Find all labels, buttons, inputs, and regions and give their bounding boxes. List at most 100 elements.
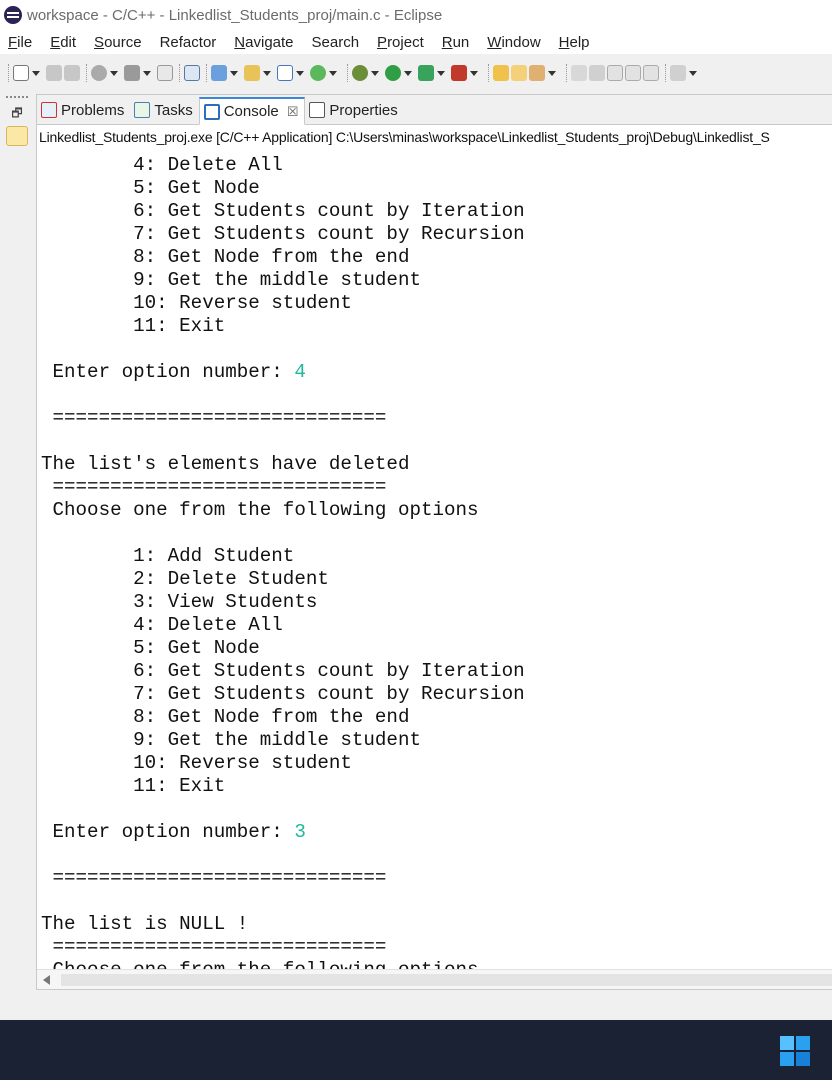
history-button[interactable]: [670, 61, 701, 85]
chevron-down-icon[interactable]: [689, 70, 697, 76]
menu-refactor[interactable]: Refactor: [160, 34, 217, 51]
console-line-text: The list's elements have deleted: [41, 453, 410, 475]
trim-handle[interactable]: [6, 96, 28, 100]
debug-button[interactable]: [352, 61, 383, 85]
refresh-button[interactable]: [310, 61, 341, 85]
menu-file[interactable]: File: [8, 34, 32, 51]
chevron-down-icon[interactable]: [404, 70, 412, 76]
save-button[interactable]: [46, 61, 62, 85]
menu-label: dit: [60, 33, 77, 51]
console-line: 10: Reverse student: [41, 752, 525, 775]
new-class-button[interactable]: [277, 61, 308, 85]
hammer-icon: [124, 65, 140, 81]
console-line: 4: Delete All: [41, 614, 525, 637]
console-line-text: 9: Get the middle student: [41, 729, 421, 751]
console-line: 9: Get the middle student: [41, 269, 525, 292]
whitespace-button[interactable]: [643, 61, 659, 85]
console-line-text: 10: Reverse student: [41, 292, 352, 314]
chevron-down-icon[interactable]: [371, 70, 379, 76]
chevron-down-icon[interactable]: [329, 70, 337, 76]
project-icon: [211, 65, 227, 81]
console-line-text: 11: Exit: [41, 315, 226, 337]
close-icon[interactable]: ☒: [287, 104, 299, 120]
chevron-down-icon[interactable]: [143, 70, 151, 76]
restore-icon[interactable]: 🗗: [6, 104, 28, 124]
menu-edit[interactable]: Edit: [50, 34, 76, 51]
chevron-down-icon[interactable]: [230, 70, 238, 76]
menu-run[interactable]: Run: [442, 34, 470, 51]
annotation-button[interactable]: [571, 61, 587, 85]
scroll-left-icon[interactable]: [43, 975, 50, 985]
toggle-button[interactable]: [607, 61, 623, 85]
toolbar-separator: [86, 64, 87, 82]
menu-help[interactable]: Help: [559, 34, 590, 51]
menu-mnemonic: H: [558, 33, 570, 51]
console-line-text: Enter option number:: [41, 361, 295, 383]
binary-button[interactable]: [157, 61, 173, 85]
console-line: 10: Reverse student: [41, 292, 525, 315]
tab-tasks[interactable]: Tasks: [130, 96, 198, 124]
window-title: workspace - C/C++ - Linkedlist_Students_…: [27, 6, 443, 24]
chevron-down-icon[interactable]: [110, 70, 118, 76]
chevron-down-icon[interactable]: [470, 70, 478, 76]
menu-mnemonic: F: [8, 33, 18, 51]
console-line: 7: Get Students count by Recursion: [41, 223, 525, 246]
console-line-text: 4: Delete All: [41, 154, 283, 176]
run-button[interactable]: [385, 61, 416, 85]
open-type-button[interactable]: [493, 61, 509, 85]
external-tools-button[interactable]: [451, 61, 482, 85]
menu-mnemonic: R: [441, 33, 453, 51]
console-line-text: Choose one from the following options: [41, 499, 479, 521]
chevron-down-icon[interactable]: [548, 70, 556, 76]
new-button[interactable]: [13, 61, 44, 85]
console-line-text: 3: View Students: [41, 148, 317, 153]
horizontal-scrollbar[interactable]: [37, 969, 832, 989]
problems-icon: [41, 102, 57, 118]
console-line-text: 1: Add Student: [41, 545, 295, 567]
chevron-down-icon[interactable]: [263, 70, 271, 76]
new-folder-button[interactable]: [244, 61, 275, 85]
project-explorer-icon[interactable]: [6, 126, 28, 146]
console-text: 3: View Students 4: Delete All 5: Get No…: [41, 148, 525, 969]
menu-label: elp: [569, 33, 590, 51]
tab-problems[interactable]: Problems: [37, 96, 130, 124]
search-button[interactable]: [529, 61, 560, 85]
console-line: The list's elements have deleted: [41, 453, 525, 476]
save-all-button[interactable]: [64, 61, 80, 85]
console-view: Problems Tasks Console ☒ Properties Linkedli…: [36, 94, 832, 990]
console-line-text: 8: Get Node from the end: [41, 706, 410, 728]
console-process-label: Linkedlist_Students_proj.exe [C/C++ Appl…: [37, 126, 832, 148]
console-line: Enter option number: 3: [41, 821, 525, 844]
menu-mnemonic: P: [377, 33, 388, 51]
left-trim-stack: 🗗: [0, 92, 34, 158]
tab-label: Tasks: [154, 101, 193, 119]
menu-project[interactable]: Project: [377, 34, 424, 51]
tab-console[interactable]: Console ☒: [198, 97, 306, 125]
new-project-button[interactable]: [211, 61, 242, 85]
block-button[interactable]: [625, 61, 641, 85]
open-resource-button[interactable]: [511, 61, 527, 85]
skip-breakpoints-button[interactable]: [184, 61, 200, 85]
chevron-down-icon[interactable]: [32, 70, 40, 76]
console-line-text: Choose one from the following options: [41, 959, 479, 969]
menu-source[interactable]: Source: [94, 34, 142, 51]
menu-navigate[interactable]: Navigate: [234, 34, 293, 51]
scrollbar-thumb[interactable]: [61, 974, 832, 986]
link-button[interactable]: [589, 61, 605, 85]
console-line: 9: Get the middle student: [41, 729, 525, 752]
tab-properties[interactable]: Properties: [305, 96, 403, 124]
chevron-down-icon[interactable]: [296, 70, 304, 76]
chevron-down-icon[interactable]: [437, 70, 445, 76]
console-output[interactable]: 3: View Students 4: Delete All 5: Get No…: [37, 148, 832, 969]
build-button[interactable]: [124, 61, 155, 85]
windows-start-icon[interactable]: [780, 1036, 810, 1066]
menu-window[interactable]: Window: [487, 34, 540, 51]
console-line-text: =============================: [41, 936, 387, 958]
breakpoint-icon: [184, 65, 200, 81]
console-line-text: 4: Delete All: [41, 614, 283, 636]
settings-button[interactable]: [91, 61, 122, 85]
menu-search[interactable]: Search: [312, 34, 360, 51]
coverage-button[interactable]: [418, 61, 449, 85]
